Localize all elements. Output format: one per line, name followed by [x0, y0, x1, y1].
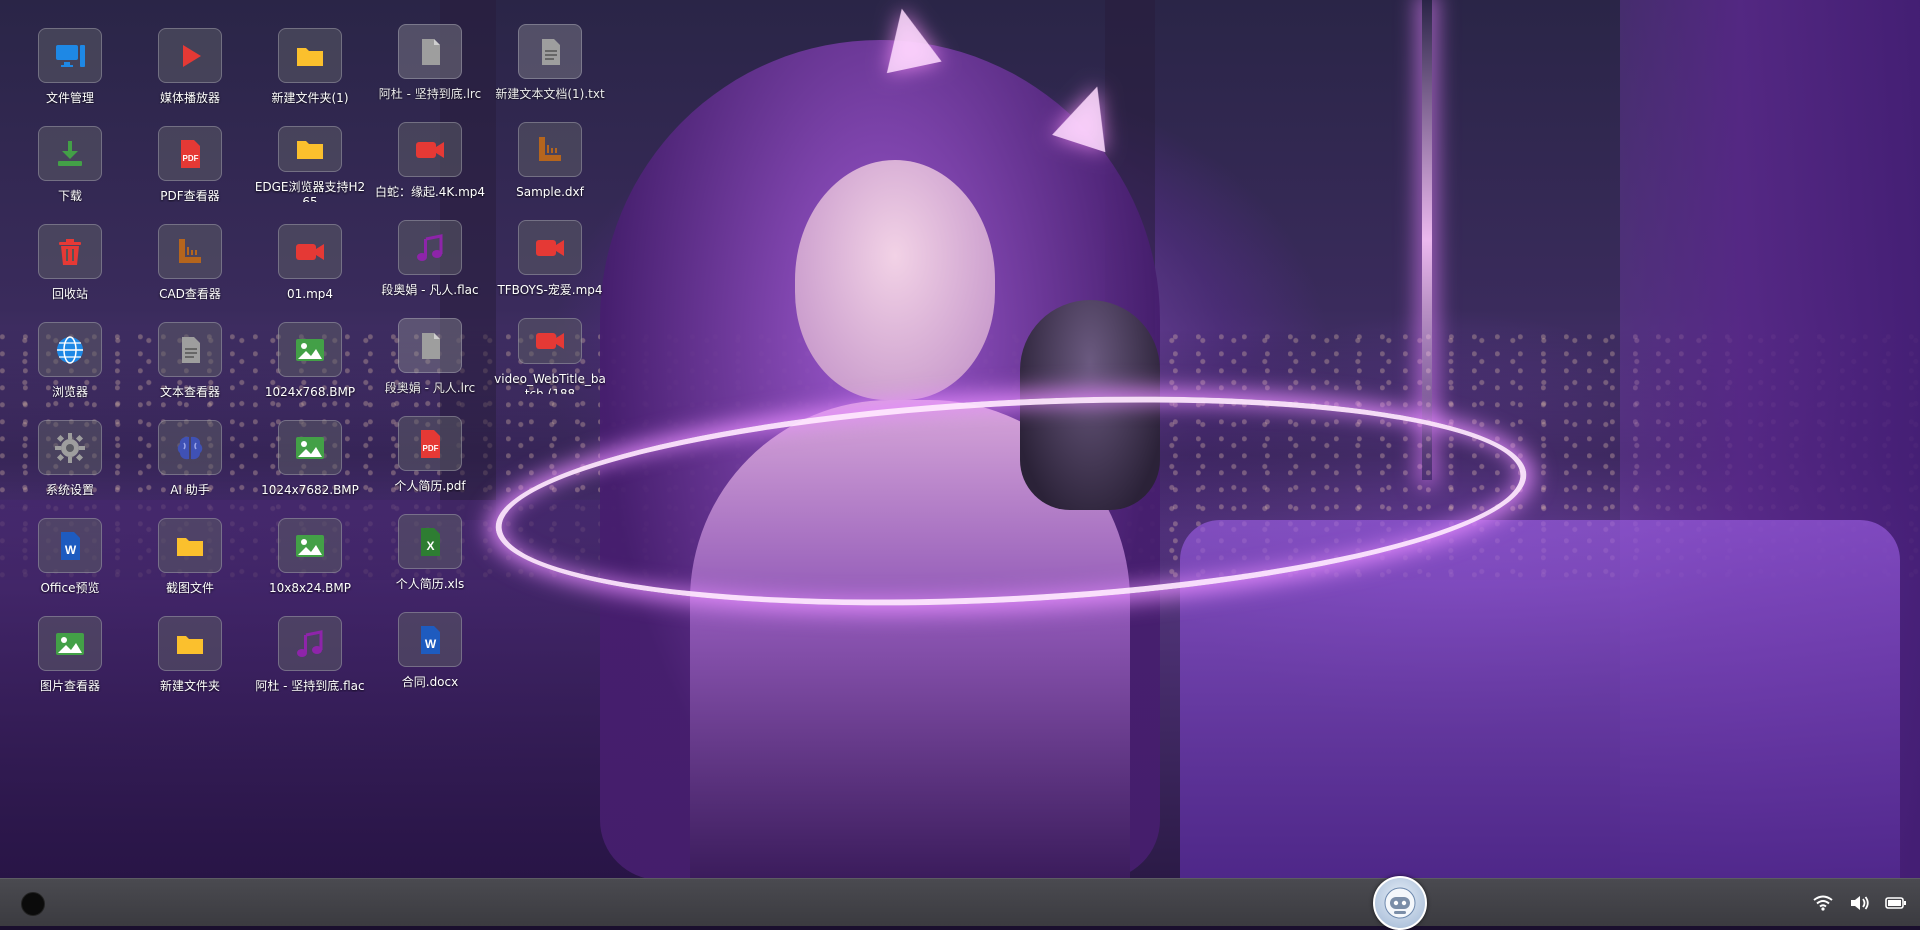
- trash-icon: [38, 224, 102, 280]
- globe-icon: [38, 322, 102, 378]
- desktop-icon[interactable]: 新建文本文档(1).txt: [490, 0, 610, 100]
- cad-icon: [518, 122, 582, 178]
- desktop: 文件管理 下载 回收站 浏览器 系统设置 W Office预览 图片查看器 媒体播放器 PDF PD…: [0, 0, 1920, 878]
- desktop-icon[interactable]: 白蛇：缘起.4K.mp4: [370, 94, 490, 198]
- desktop-icon[interactable]: 1024x768.BMP: [250, 294, 370, 398]
- battery-icon: [1885, 897, 1906, 909]
- pdf-icon: PDF: [398, 416, 462, 472]
- desktop-icon[interactable]: TFBOYS-宠爱.mp4: [490, 192, 610, 296]
- image-icon: [278, 420, 342, 476]
- desktop-icon[interactable]: 段奥娟 - 凡人.lrc: [370, 290, 490, 394]
- video-icon: [518, 318, 582, 365]
- brain-icon: [158, 420, 222, 476]
- image-icon: [278, 322, 342, 378]
- video-icon: [398, 122, 462, 178]
- desktop-icon[interactable]: 阿杜 - 坚持到底.lrc: [370, 0, 490, 100]
- cad-icon: [158, 224, 222, 280]
- desktop-icon[interactable]: 新建文件夹(1): [250, 0, 370, 104]
- text-file-icon: [158, 322, 222, 378]
- desktop-icon[interactable]: 段奥娟 - 凡人.flac: [370, 192, 490, 296]
- image-icon: [278, 518, 342, 574]
- desktop-icon-label: 合同.docx: [401, 675, 459, 688]
- desktop-icon[interactable]: W Office预览: [10, 490, 130, 594]
- wifi-icon: [1813, 895, 1833, 911]
- desktop-icon[interactable]: PDF 个人简历.pdf: [370, 388, 490, 492]
- desktop-icon[interactable]: 10x8x24.BMP: [250, 490, 370, 594]
- svg-text:X: X: [426, 539, 434, 553]
- assistant-avatar-icon: [1384, 887, 1416, 919]
- desktop-icon[interactable]: 图片查看器: [10, 588, 130, 692]
- word-icon: W: [398, 612, 462, 668]
- desktop-icon[interactable]: W 合同.docx: [370, 584, 490, 688]
- desktop-icon[interactable]: 文本查看器: [130, 294, 250, 398]
- folder-icon: [278, 126, 342, 173]
- video-icon: [278, 224, 342, 280]
- file-icon: [398, 24, 462, 80]
- desktop-icon[interactable]: 浏览器: [10, 294, 130, 398]
- folder-icon: [158, 518, 222, 574]
- desktop-icon[interactable]: 媒体播放器: [130, 0, 250, 104]
- desktop-icon[interactable]: 1024x7682.BMP: [250, 392, 370, 496]
- svg-text:PDF: PDF: [423, 444, 439, 453]
- monitor-icon: [38, 28, 102, 84]
- desktop-icon-label: 图片查看器: [39, 679, 100, 692]
- desktop-icon[interactable]: 文件管理: [10, 0, 130, 104]
- desktop-icon[interactable]: AI 助手: [130, 392, 250, 496]
- desktop-icon[interactable]: EDGE浏览器支持H265: [250, 98, 370, 202]
- desktop-icon[interactable]: CAD查看器: [130, 196, 250, 300]
- taskbar: [0, 876, 1920, 930]
- gear-icon: [38, 420, 102, 476]
- music-icon: [398, 220, 462, 276]
- image-icon: [38, 616, 102, 672]
- video-icon: [518, 220, 582, 276]
- svg-text:W: W: [65, 543, 77, 557]
- volume-icon: [1851, 896, 1869, 910]
- svg-text:W: W: [425, 637, 437, 651]
- desktop-icon[interactable]: 回收站: [10, 196, 130, 300]
- music-icon: [278, 616, 342, 672]
- svg-text:PDF: PDF: [183, 154, 199, 163]
- tray-wifi[interactable]: [1812, 892, 1834, 914]
- assistant-button[interactable]: [1373, 876, 1427, 930]
- folder-icon: [278, 28, 342, 84]
- download-icon: [38, 126, 102, 182]
- desktop-icon[interactable]: PDF PDF查看器: [130, 98, 250, 202]
- text-file-icon: [518, 24, 582, 80]
- folder-icon: [158, 616, 222, 672]
- desktop-icon-label: 新建文件夹: [159, 679, 220, 692]
- desktop-icon[interactable]: X 个人简历.xls: [370, 486, 490, 590]
- pdf-icon: PDF: [158, 126, 222, 182]
- desktop-icon[interactable]: 系统设置: [10, 392, 130, 496]
- desktop-icon[interactable]: Sample.dxf: [490, 94, 610, 198]
- desktop-icon-label: video_WebTitle_batch (188: [494, 372, 606, 394]
- desktop-icon[interactable]: 新建文件夹: [130, 588, 250, 692]
- desktop-icon[interactable]: 截图文件: [130, 490, 250, 594]
- desktop-icon[interactable]: 阿杜 - 坚持到底.flac: [250, 588, 370, 692]
- desktop-icon[interactable]: 下载: [10, 98, 130, 202]
- desktop-icon[interactable]: 01.mp4: [250, 196, 370, 300]
- tray-battery[interactable]: [1884, 892, 1908, 914]
- desktop-icon-label: 阿杜 - 坚持到底.flac: [255, 679, 365, 692]
- desktop-icon[interactable]: video_WebTitle_batch (188: [490, 290, 610, 394]
- word-icon: W: [38, 518, 102, 574]
- tray-volume[interactable]: [1848, 892, 1872, 914]
- play-icon: [158, 28, 222, 84]
- start-button[interactable]: [21, 892, 45, 916]
- file-icon: [398, 318, 462, 374]
- excel-icon: X: [398, 514, 462, 570]
